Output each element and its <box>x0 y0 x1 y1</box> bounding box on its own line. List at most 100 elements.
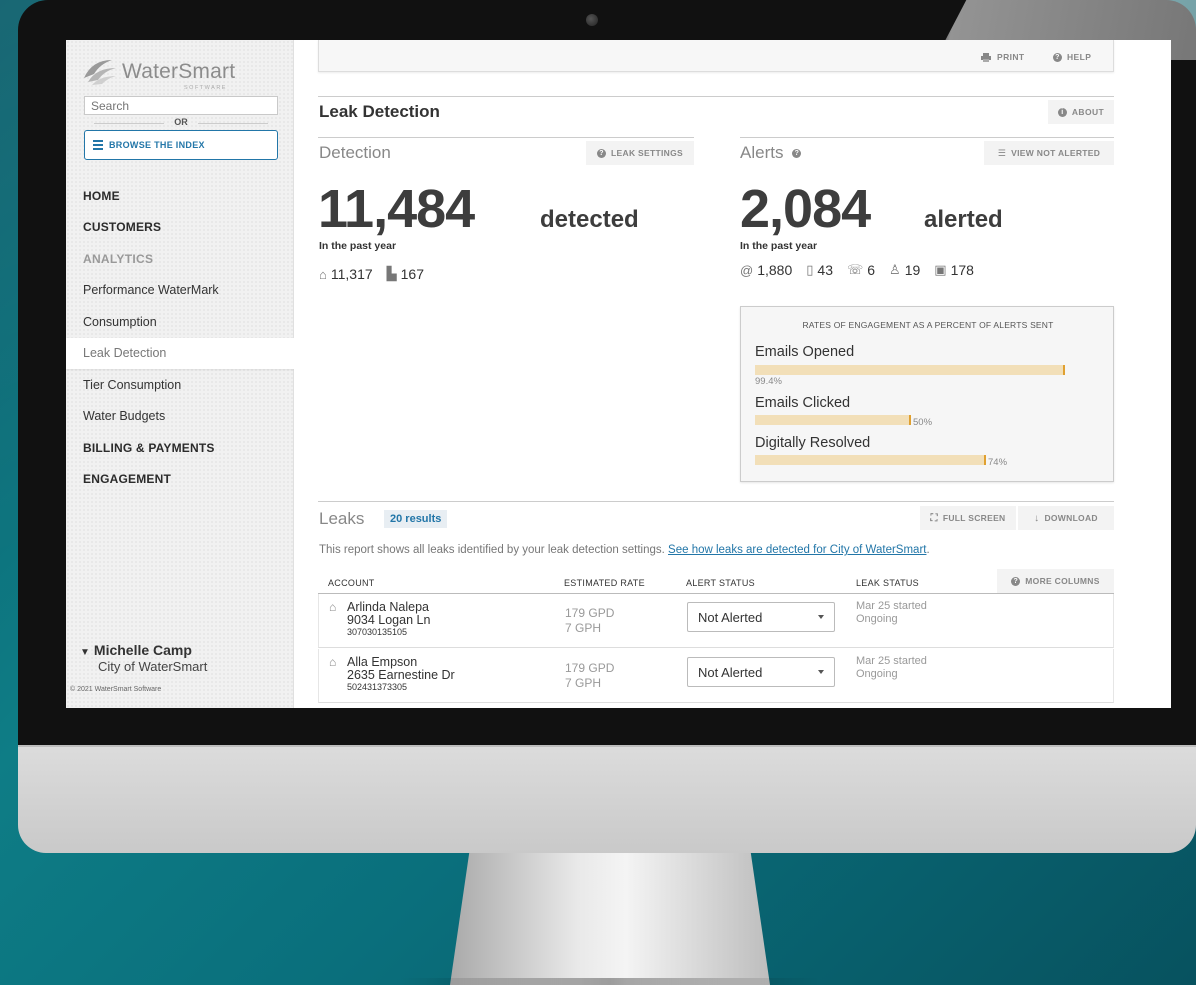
sidebar-nav: HOME CUSTOMERS ANALYTICS Performance Wat… <box>66 180 294 495</box>
col-estimated-rate[interactable]: ESTIMATED RATE <box>564 578 645 588</box>
alert-status-select[interactable]: Not Alerted <box>687 602 835 632</box>
emails-opened-marker <box>1063 365 1065 375</box>
sidebar-item-analytics[interactable]: ANALYTICS <box>66 243 294 275</box>
detection-breakdown: ⌂ 11,317 ▙ 167 <box>319 266 424 282</box>
menu-icon <box>93 138 103 152</box>
leak-state: Ongoing <box>856 613 898 625</box>
emails-clicked-label: Emails Clicked <box>755 395 851 411</box>
results-badge: 20 results <box>384 510 448 528</box>
full-screen-button[interactable]: ⛶ FULL SCREEN <box>920 506 1016 530</box>
info-icon: i <box>1057 107 1067 117</box>
about-label: ABOUT <box>1071 107 1105 117</box>
download-button[interactable]: ↓ DOWNLOAD <box>1018 506 1114 530</box>
download-label: DOWNLOAD <box>1044 513 1098 523</box>
detection-heading: Detection <box>319 143 391 162</box>
more-columns-button[interactable]: ? MORE COLUMNS <box>997 569 1114 593</box>
logo-text: WaterSmart <box>122 60 236 83</box>
top-toolbar: PRINT ? HELP <box>318 40 1114 72</box>
col-leak-status[interactable]: LEAK STATUS <box>856 578 919 588</box>
more-columns-label: MORE COLUMNS <box>1025 576 1100 586</box>
view-not-alerted-button[interactable]: ☰ VIEW NOT ALERTED <box>984 141 1114 165</box>
monitor-stand <box>450 853 770 985</box>
sidebar-item-consumption[interactable]: Consumption <box>66 306 294 338</box>
camera-dot <box>586 14 598 26</box>
sms-count: 43 <box>817 262 833 278</box>
detected-unit: detected <box>540 206 639 233</box>
browse-index-label: BROWSE THE INDEX <box>109 140 205 150</box>
commercial-count: 167 <box>400 266 424 282</box>
house-icon: ⌂ <box>319 266 327 282</box>
triangle-down-icon: ▼ <box>80 647 90 658</box>
about-button[interactable]: i ABOUT <box>1048 100 1114 124</box>
search-input[interactable] <box>84 96 278 115</box>
logo[interactable]: WaterSmart SOFTWARE <box>82 54 282 94</box>
letter-icon: ▣ <box>934 262 947 277</box>
alerts-heading: Alerts ? <box>740 143 806 163</box>
title-rule <box>318 96 1114 97</box>
sidebar-item-leak-detection[interactable]: Leak Detection <box>66 337 294 369</box>
table-row[interactable]: ⌂ Alla Empson 2635 Earnestine Dr 5024313… <box>318 649 1114 703</box>
emails-clicked-bar <box>755 415 911 425</box>
main-content: PRINT ? HELP Leak Detection i ABOUT Dete… <box>294 40 1171 708</box>
alerts-help-icon[interactable]: ? <box>792 149 802 159</box>
account-name[interactable]: Alla Empson <box>347 655 417 669</box>
building-icon: ▙ <box>386 266 397 281</box>
help-button[interactable]: ? HELP <box>1053 52 1091 62</box>
leak-settings-button[interactable]: ? LEAK SETTINGS <box>586 141 694 165</box>
sidebar-item-home[interactable]: HOME <box>66 180 294 212</box>
help-label: HELP <box>1067 52 1092 62</box>
alerts-heading-text: Alerts <box>740 143 784 162</box>
logo-subtext: SOFTWARE <box>184 85 227 91</box>
residential-count: 11,317 <box>330 266 373 282</box>
account-name[interactable]: Arlinda Nalepa <box>347 600 429 614</box>
or-divider: OR <box>84 117 278 129</box>
rate-gpd: 179 GPD <box>565 606 615 620</box>
sidebar-item-water-budgets[interactable]: Water Budgets <box>66 401 294 433</box>
list-icon: ☰ <box>997 147 1007 158</box>
user-org: City of WaterSmart <box>98 659 208 674</box>
table-row[interactable]: ⌂ Arlinda Nalepa 9034 Logan Ln 307030135… <box>318 594 1114 648</box>
sidebar-item-engagement[interactable]: ENGAGEMENT <box>66 464 294 496</box>
person-icon: ♙ <box>889 262 901 277</box>
detected-count: 11,484 <box>318 179 475 239</box>
digitally-resolved-pct: 74% <box>988 457 1008 468</box>
sidebar-item-customers[interactable]: CUSTOMERS <box>66 212 294 244</box>
rate-gph: 7 GPH <box>565 621 602 635</box>
chin-edge <box>18 745 1196 747</box>
leak-settings-label: LEAK SETTINGS <box>611 148 683 158</box>
leaks-description-text: This report shows all leaks identified b… <box>319 544 665 556</box>
page-title: Leak Detection <box>319 102 440 121</box>
sidebar-item-performance-watermark[interactable]: Performance WaterMark <box>66 275 294 307</box>
printer-icon <box>981 52 991 62</box>
leaks-rule <box>318 501 1114 502</box>
alert-status-select[interactable]: Not Alerted <box>687 657 835 687</box>
emails-clicked-pct: 50% <box>913 417 933 428</box>
leak-started: Mar 25 started <box>856 655 927 667</box>
engagement-title: RATES OF ENGAGEMENT AS A PERCENT OF ALER… <box>802 320 1054 330</box>
sidebar-item-billing-payments[interactable]: BILLING & PAYMENTS <box>66 432 294 464</box>
account-address: 2635 Earnestine Dr <box>347 668 455 682</box>
user-name: ▼ Michelle Camp <box>80 642 192 658</box>
digitally-resolved-bar <box>755 455 986 465</box>
digitally-resolved-label: Digitally Resolved <box>755 435 871 451</box>
sidebar: WaterSmart SOFTWARE OR BROWSE THE INDEX … <box>66 40 294 708</box>
view-not-alerted-label: VIEW NOT ALERTED <box>1011 148 1101 158</box>
alert-status-value: Not Alerted <box>698 609 763 625</box>
print-button[interactable]: PRINT <box>981 52 1025 62</box>
house-icon: ⌂ <box>329 655 337 669</box>
user-menu[interactable]: ▼ Michelle Camp City of WaterSmart <box>80 642 207 674</box>
full-screen-label: FULL SCREEN <box>942 513 1006 523</box>
person-count: 19 <box>904 262 921 278</box>
monitor-chin <box>18 745 1196 853</box>
browse-index-button[interactable]: BROWSE THE INDEX <box>84 130 278 160</box>
fullscreen-icon: ⛶ <box>930 512 938 524</box>
help-icon: ? <box>1053 52 1062 62</box>
alert-status-value: Not Alerted <box>698 664 763 680</box>
leaks-description: This report shows all leaks identified b… <box>319 544 930 556</box>
how-leaks-detected-link[interactable]: See how leaks are detected for City of W… <box>668 544 926 556</box>
col-alert-status[interactable]: ALERT STATUS <box>686 578 755 588</box>
col-account[interactable]: ACCOUNT <box>328 578 375 588</box>
sidebar-item-tier-consumption[interactable]: Tier Consumption <box>66 369 294 401</box>
emails-opened-bar <box>755 365 1065 375</box>
columns-help-icon: ? <box>1011 576 1021 586</box>
